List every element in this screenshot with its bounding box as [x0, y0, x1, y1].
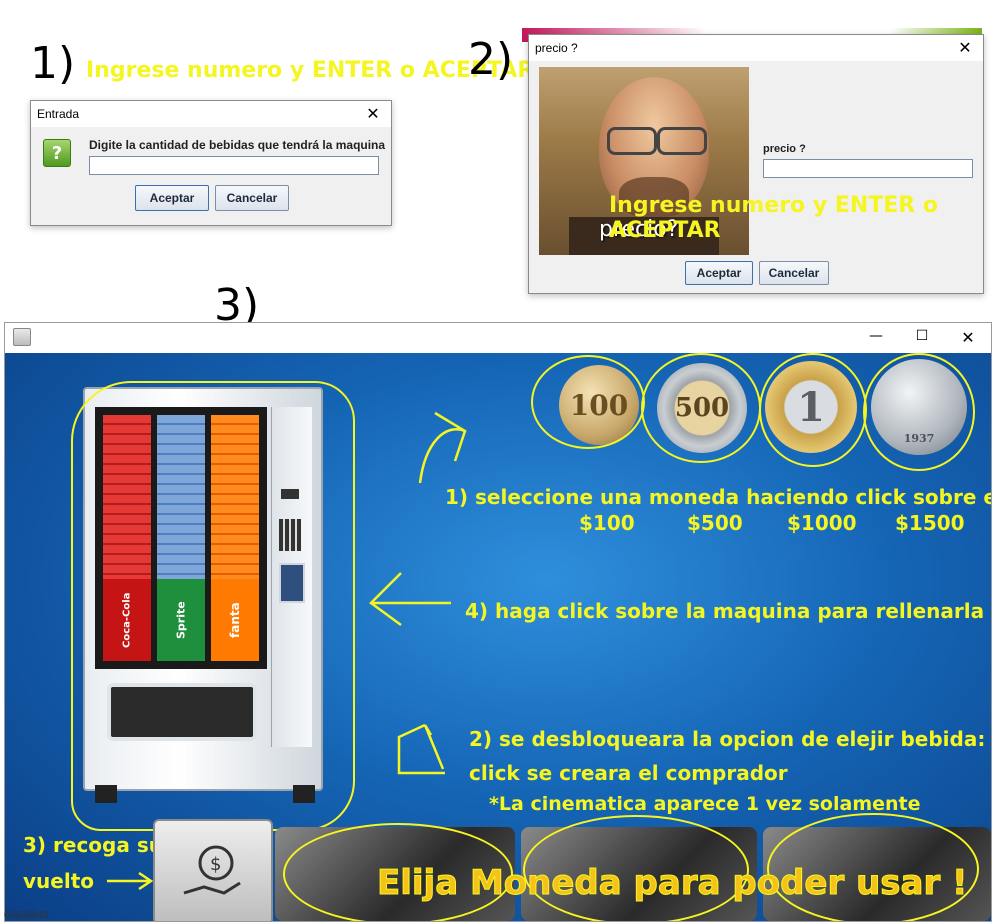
dialog-title: Entrada — [37, 107, 80, 121]
price-input[interactable] — [763, 159, 973, 178]
highlight-scribble — [863, 353, 975, 471]
price-label-500: $500 — [687, 511, 743, 535]
accept-button[interactable]: Aceptar — [685, 261, 753, 285]
note-choose-drink-1: 2) se desbloqueara la opcion de elejir b… — [469, 727, 991, 751]
window-titlebar: — ☐ ✕ — [5, 323, 991, 351]
close-button[interactable]: ✕ — [945, 328, 991, 347]
dialog-title: precio ? — [535, 41, 578, 55]
right-arrow-icon — [107, 871, 154, 891]
footer-fragment: 60830840 — [4, 910, 49, 921]
price-label-1500: $1500 — [895, 511, 965, 535]
dialog-titlebar: Entrada ✕ — [31, 101, 391, 127]
svg-text:$: $ — [210, 854, 221, 875]
accept-button[interactable]: Aceptar — [135, 185, 209, 211]
step1-number: 1) — [30, 38, 76, 89]
background-fragment — [0, 96, 32, 236]
dialog-message: Digite la cantidad de bebidas que tendrá… — [89, 138, 386, 152]
entrada-dialog: Entrada ✕ ? Digite la cantidad de bebida… — [30, 100, 392, 226]
step2-number: 2) — [468, 34, 514, 85]
choose-coin-banner: Elija Moneda para poder usar ! — [377, 863, 969, 904]
curved-arrow-icon — [418, 411, 467, 484]
close-icon[interactable]: ✕ — [953, 38, 977, 58]
precio-dialog: precio ? ✕ precio? precio ? Ingrese nume… — [528, 34, 984, 294]
note-change-2: vuelto — [23, 869, 94, 893]
java-icon — [13, 328, 31, 346]
close-icon[interactable]: ✕ — [361, 104, 385, 124]
price-label-100: $100 — [579, 511, 635, 535]
highlight-scribble — [531, 355, 645, 449]
note-select-coin: 1) seleccione una moneda haciendo click … — [445, 485, 991, 509]
note-choose-drink-2: click se creara el comprador — [469, 761, 788, 785]
note-change-1: 3) recoga su — [23, 833, 163, 857]
money-hand-icon: $ — [183, 845, 241, 895]
maximize-button[interactable]: ☐ — [899, 328, 945, 347]
cancel-button[interactable]: Cancelar — [759, 261, 829, 285]
highlight-scribble — [759, 353, 867, 467]
left-arrow-icon — [369, 572, 451, 627]
highlight-scribble — [641, 353, 761, 463]
collect-change-button[interactable]: $ — [153, 819, 273, 921]
glasses-right — [657, 127, 707, 155]
glasses-left — [607, 127, 657, 155]
price-label-1000: $1000 — [787, 511, 857, 535]
note-refill: 4) haga click sobre la maquina para rell… — [465, 599, 985, 623]
quantity-input[interactable] — [89, 156, 379, 175]
overlay-instruction: Ingrese numero y ENTER o ACEPTAR — [609, 193, 939, 243]
price-field-label: precio ? — [763, 143, 806, 155]
vending-stage: Coca-Cola Sprite fanta 100 500 1 1937 $1… — [5, 353, 991, 921]
note-cinematic: *La cinematica aparece 1 vez solamente — [489, 793, 921, 815]
question-icon: ? — [43, 139, 71, 167]
cancel-button[interactable]: Cancelar — [215, 185, 289, 211]
minimize-button[interactable]: — — [853, 328, 899, 347]
vending-machine-window: — ☐ ✕ Coca-Cola Sprite fanta 100 500 1 1… — [4, 322, 992, 922]
dialog-titlebar: precio ? ✕ — [529, 35, 983, 61]
highlight-scribble — [71, 381, 355, 831]
hook-arrow-icon — [397, 723, 445, 775]
